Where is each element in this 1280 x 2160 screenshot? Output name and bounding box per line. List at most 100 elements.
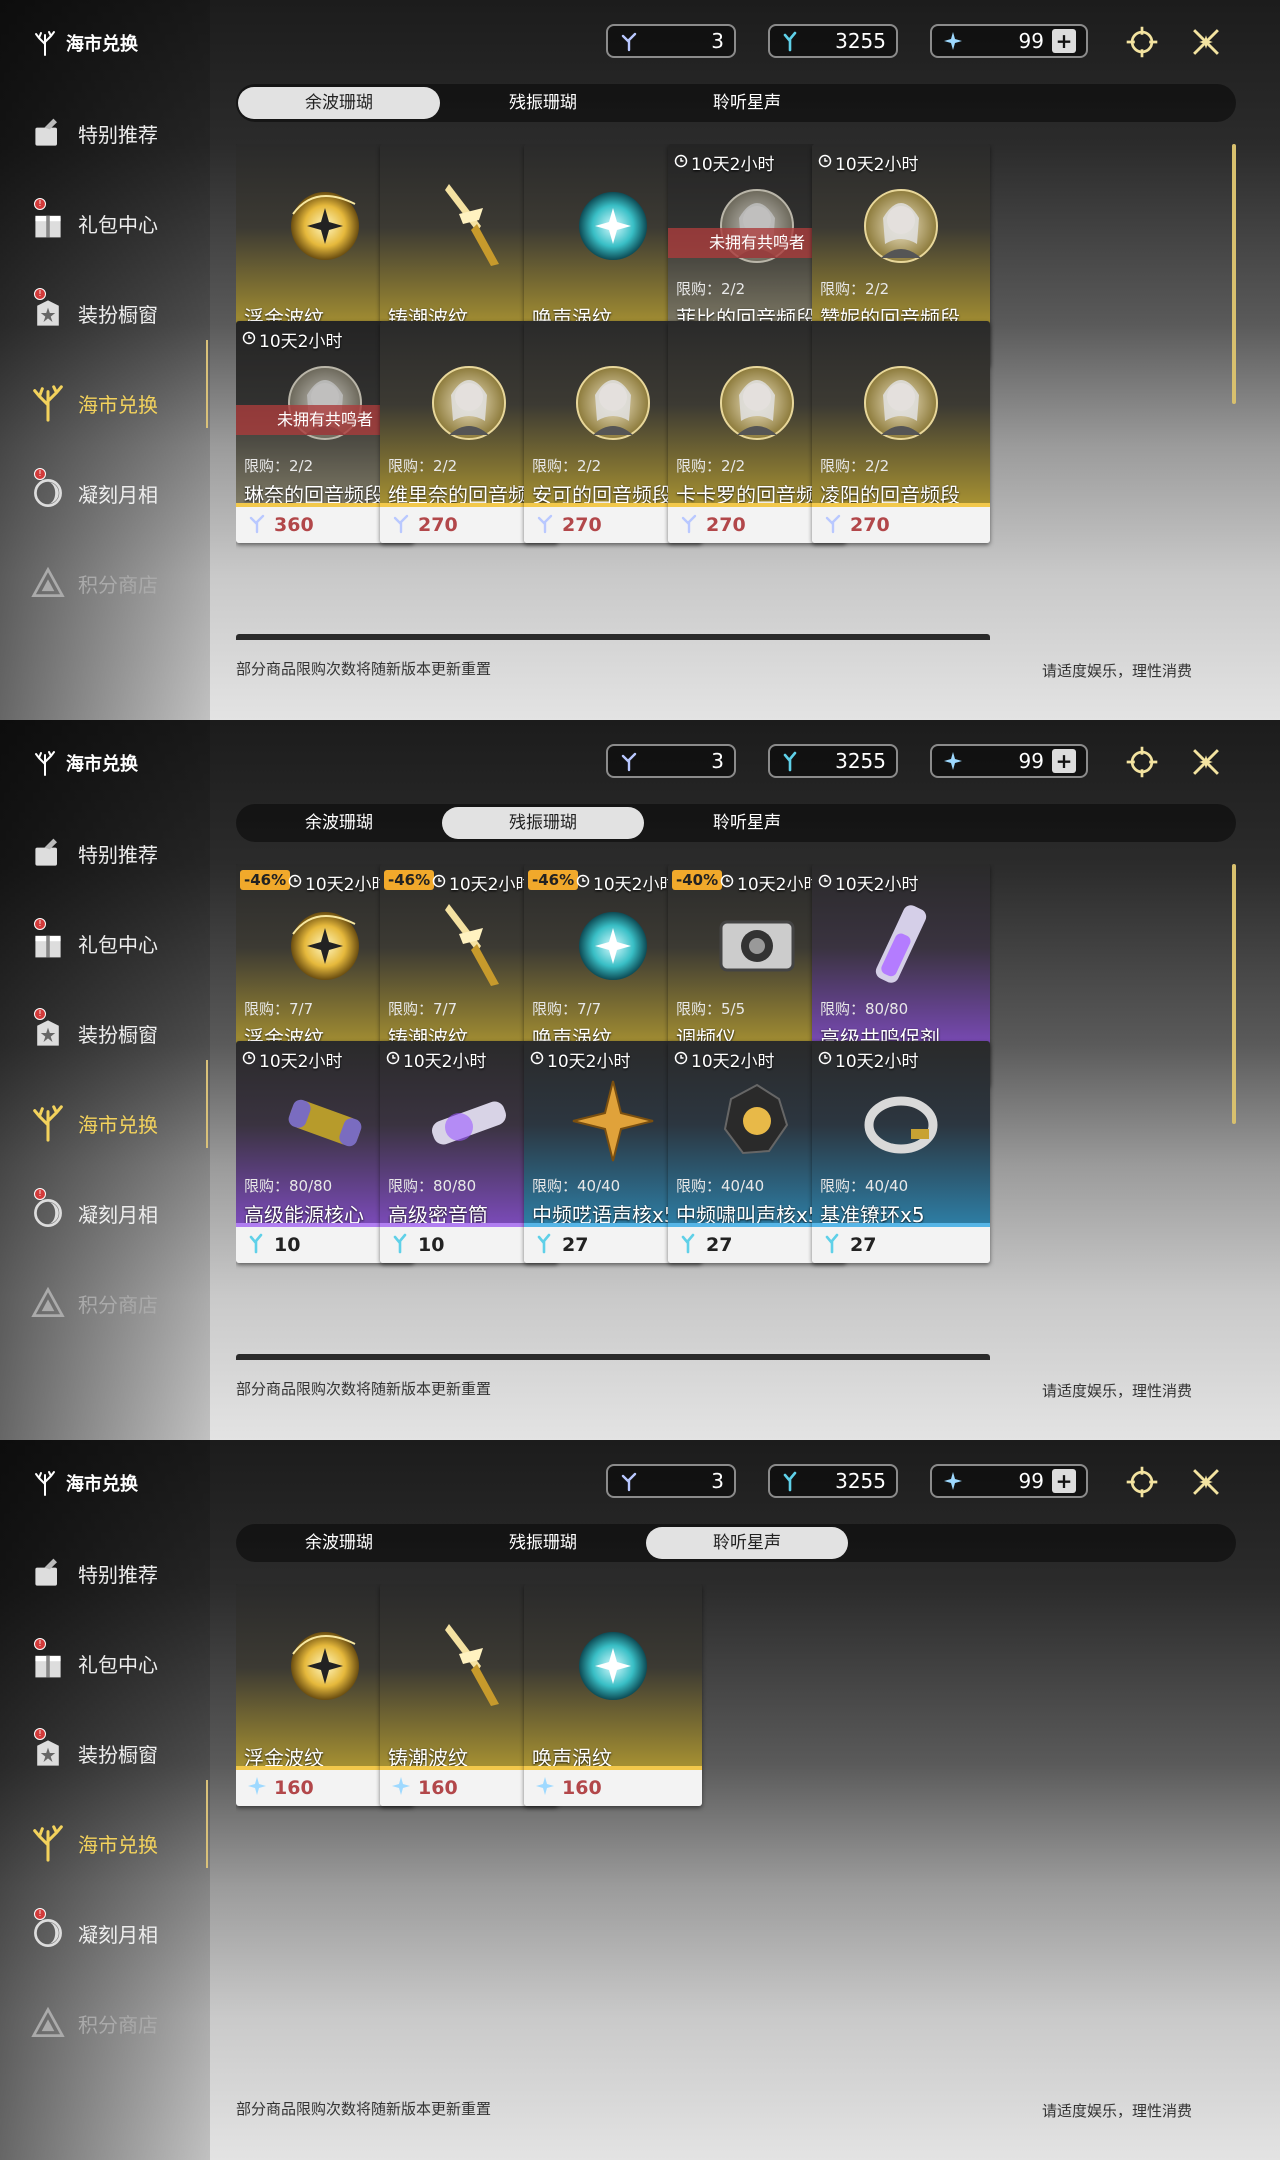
sidebar-item-exchange[interactable]: 海市兑换 (28, 1078, 218, 1168)
gift-icon (28, 923, 68, 963)
sidebar-item-label: 海市兑换 (78, 1832, 158, 1857)
coral-icon (534, 512, 556, 539)
sidebar-item-exchange[interactable]: 海市兑换 (28, 358, 218, 448)
gold-sword-icon (419, 894, 519, 994)
sidebar-item-wardrobe[interactable]: ! 装扮橱窗 (28, 268, 218, 358)
sidebar-item-moon[interactable]: ! 凝刻月相 (28, 1168, 218, 1258)
purchase-limit: 限购：2/2 (676, 457, 746, 475)
sidebar-item-wardrobe[interactable]: ! 装扮橱窗 (28, 1708, 218, 1798)
tab-bar: 余波珊瑚 残振珊瑚 聆听星声 (236, 804, 1236, 842)
clock-icon (242, 1050, 256, 1070)
close-icon[interactable] (1186, 742, 1226, 782)
timer: 10天2小时 (818, 1047, 918, 1072)
coral-icon (390, 512, 412, 539)
tab-afterglow-coral[interactable]: 余波珊瑚 (238, 1527, 440, 1559)
currency-coral: 3 (606, 744, 736, 778)
target-icon[interactable] (1122, 22, 1162, 62)
sidebar-item-points[interactable]: 积分商店 (28, 1258, 218, 1348)
timer: 10天2小时 (386, 1047, 486, 1072)
tab-star-listening[interactable]: 聆听星声 (646, 807, 848, 839)
item-price: 27 (706, 1234, 733, 1256)
currency-value: 3 (711, 749, 724, 773)
afterglow-coral-icon (780, 1470, 802, 1492)
currency-coral: 3 (606, 1464, 736, 1498)
sidebar-item-wardrobe[interactable]: ! 装扮橱窗 (28, 988, 218, 1078)
tab-afterglow-coral[interactable]: 余波珊瑚 (238, 807, 440, 839)
clock-icon (818, 873, 832, 893)
close-icon[interactable] (1186, 1462, 1226, 1502)
dark-core-icon (707, 1071, 807, 1171)
shop-item-card[interactable]: 唤声涡纹 160 (524, 1584, 702, 1806)
cylinder-icon (419, 1071, 519, 1171)
currency-value: 3255 (835, 749, 886, 773)
shop-item-card[interactable]: 限购：2/2 凌阳的回音频段 270 (812, 321, 990, 543)
sidebar-item-recommend[interactable]: 特别推荐 (28, 88, 218, 178)
tab-bar: 余波珊瑚 残振珊瑚 聆听星声 (236, 84, 1236, 122)
timer-text: 10天2小时 (691, 155, 775, 175)
recommend-icon (28, 1553, 68, 1593)
sidebar-item-recommend[interactable]: 特别推荐 (28, 808, 218, 898)
currency-afterglow-coral: 3255 (768, 24, 898, 58)
item-price: 160 (418, 1777, 458, 1799)
afterglow-coral-icon (822, 1232, 844, 1259)
tab-bar: 余波珊瑚 残振珊瑚 聆听星声 (236, 1524, 1236, 1562)
sidebar-active-indicator (206, 340, 208, 428)
gold-orb-icon (275, 174, 375, 274)
sidebar-item-gift[interactable]: ! 礼包中心 (28, 1618, 218, 1708)
avatar-icon (563, 351, 663, 451)
timer-text: 10天2小时 (737, 875, 821, 895)
purchase-limit: 限购：2/2 (820, 280, 890, 298)
tab-star-listening[interactable]: 聆听星声 (646, 1527, 848, 1559)
item-price: 10 (274, 1234, 301, 1256)
sidebar-item-moon[interactable]: ! 凝刻月相 (28, 1888, 218, 1978)
tab-oscillated-coral[interactable]: 残振珊瑚 (442, 1527, 644, 1559)
star-icon (390, 1775, 412, 1802)
wardrobe-icon (28, 1013, 68, 1053)
coral-tree-icon (28, 383, 68, 423)
sidebar-item-points[interactable]: 积分商店 (28, 538, 218, 628)
discount-badge: -46% (528, 870, 579, 890)
sidebar-item-points[interactable]: 积分商店 (28, 1978, 218, 2068)
sidebar-item-label: 装扮橱窗 (78, 1022, 158, 1047)
moon-icon (28, 1913, 68, 1953)
close-icon[interactable] (1186, 22, 1226, 62)
add-currency-button[interactable]: + (1052, 1469, 1076, 1493)
shop-panel: 海市兑换 特别推荐! 礼包中心! 装扮橱窗 海市兑换! 凝刻月相 积分商店 3 3255 99 + 余… (0, 720, 1280, 1440)
target-icon[interactable] (1122, 742, 1162, 782)
item-price: 270 (850, 514, 890, 536)
scrollbar[interactable] (1232, 144, 1236, 404)
avatar-icon (707, 351, 807, 451)
purchase-limit: 限购：40/40 (676, 1177, 765, 1195)
sidebar-item-label: 海市兑换 (78, 392, 158, 417)
item-grid: 浮金波纹 160 铸潮波纹 160 唤声涡纹 160 (236, 1584, 1216, 2080)
add-currency-button[interactable]: + (1052, 749, 1076, 773)
reset-note: 部分商品限购次数将随新版本更新重置 (236, 660, 492, 678)
sidebar: 特别推荐! 礼包中心! 装扮橱窗海市兑换 ! 凝刻月相 积分商店 (28, 1528, 218, 2068)
sidebar-item-exchange[interactable]: 海市兑换 (28, 1798, 218, 1888)
tab-afterglow-coral[interactable]: 余波珊瑚 (238, 87, 440, 119)
add-currency-button[interactable]: + (1052, 29, 1076, 53)
afterglow-coral-icon (390, 1232, 412, 1259)
sidebar-item-label: 礼包中心 (78, 932, 158, 957)
sidebar-item-gift[interactable]: ! 礼包中心 (28, 898, 218, 988)
clock-icon (818, 1050, 832, 1070)
item-price: 270 (562, 514, 602, 536)
reset-note: 部分商品限购次数将随新版本更新重置 (236, 1380, 492, 1398)
coral-tree-icon (32, 750, 58, 776)
shop-item-card[interactable]: 10天2小时 限购：40/40 基准镣环x5 27 (812, 1041, 990, 1263)
coral-tree-icon (28, 1103, 68, 1143)
clock-icon (720, 873, 734, 893)
tab-star-listening[interactable]: 聆听星声 (646, 87, 848, 119)
sidebar-item-label: 积分商店 (78, 572, 158, 597)
sidebar-item-moon[interactable]: ! 凝刻月相 (28, 448, 218, 538)
coral-icon (822, 512, 844, 539)
target-icon[interactable] (1122, 1462, 1162, 1502)
item-grid: -46%10天2小时限购：7/7浮金波纹70128-46%10天2小时限购：7/… (236, 864, 1216, 1360)
tab-oscillated-coral[interactable]: 残振珊瑚 (442, 807, 644, 839)
tab-oscillated-coral[interactable]: 残振珊瑚 (442, 87, 644, 119)
sidebar-item-recommend[interactable]: 特别推荐 (28, 1528, 218, 1618)
scrollbar[interactable] (1232, 864, 1236, 1124)
sidebar-item-label: 特别推荐 (78, 842, 158, 867)
avatar-icon (851, 174, 951, 274)
sidebar-item-gift[interactable]: ! 礼包中心 (28, 178, 218, 268)
